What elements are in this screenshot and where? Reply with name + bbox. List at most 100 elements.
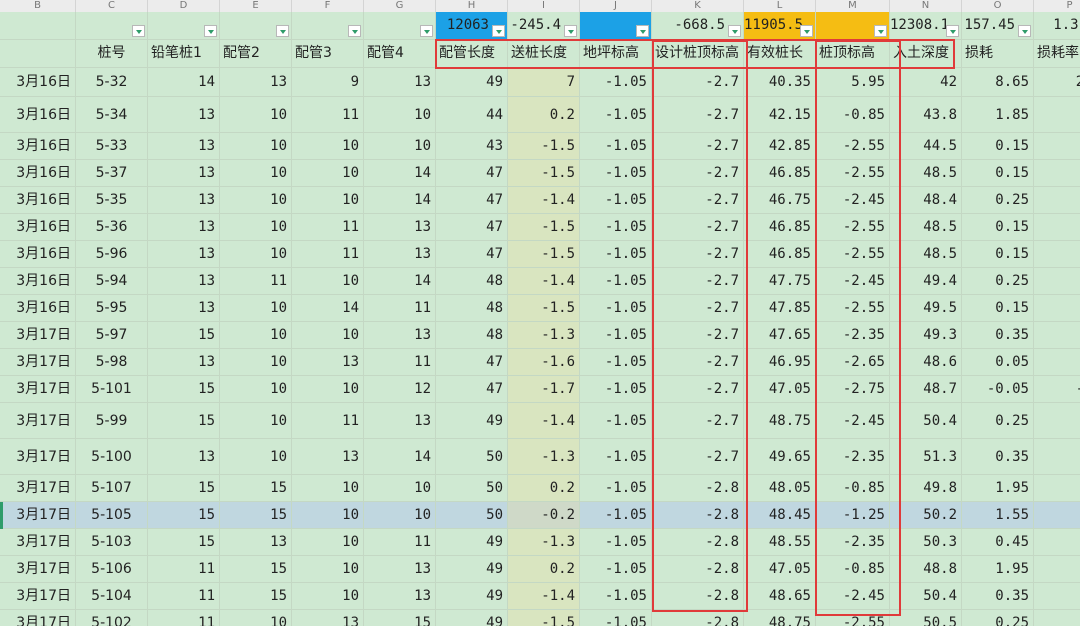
table-cell[interactable]: 44 xyxy=(436,97,508,133)
table-cell[interactable]: 47.85 xyxy=(744,295,816,322)
table-cell[interactable]: 5-101 xyxy=(76,376,148,403)
table-cell[interactable]: -1.05 xyxy=(580,97,652,133)
filter-dropdown-icon[interactable] xyxy=(420,25,433,37)
column-header-m[interactable]: M xyxy=(816,0,890,12)
table-cell[interactable]: -2.55 xyxy=(816,610,890,626)
table-cell[interactable]: 8.65 xyxy=(962,68,1034,97)
table-cell[interactable]: 13 xyxy=(148,97,220,133)
filter-dropdown-icon[interactable] xyxy=(636,25,649,37)
table-cell[interactable]: -1.05 xyxy=(580,556,652,583)
table-cell[interactable]: 3月16日 xyxy=(0,133,76,160)
filter-cell-o[interactable]: 157.45 xyxy=(962,12,1034,40)
table-cell[interactable]: 0. xyxy=(1034,295,1080,322)
filter-cell-i[interactable]: -245.4 xyxy=(508,12,580,40)
table-cell[interactable]: -1.05 xyxy=(580,133,652,160)
table-cell[interactable]: 4. xyxy=(1034,556,1080,583)
table-cell[interactable]: 11 xyxy=(148,556,220,583)
table-cell[interactable]: -1.05 xyxy=(580,403,652,439)
table-cell[interactable]: 10 xyxy=(292,502,364,529)
table-cell[interactable]: -2.7 xyxy=(652,439,744,475)
table-cell[interactable]: -2.7 xyxy=(652,241,744,268)
table-cell[interactable]: 10 xyxy=(220,160,292,187)
table-cell[interactable]: -1.05 xyxy=(580,160,652,187)
table-cell[interactable]: 0. xyxy=(1034,187,1080,214)
filter-dropdown-icon[interactable] xyxy=(874,25,887,37)
table-cell[interactable]: 10 xyxy=(292,160,364,187)
table-cell[interactable]: 49 xyxy=(436,583,508,610)
table-cell[interactable]: -2.45 xyxy=(816,187,890,214)
table-cell[interactable]: 9 xyxy=(292,68,364,97)
table-cell[interactable]: 10 xyxy=(220,610,292,626)
table-cell[interactable]: -2.8 xyxy=(652,610,744,626)
table-cell[interactable]: 50.3 xyxy=(890,529,962,556)
table-cell[interactable]: 3月16日 xyxy=(0,160,76,187)
column-header-n[interactable]: N xyxy=(890,0,962,12)
table-cell[interactable]: 14 xyxy=(364,268,436,295)
table-cell[interactable]: 3月17日 xyxy=(0,583,76,610)
table-cell[interactable]: 10 xyxy=(292,556,364,583)
table-cell[interactable]: 3月16日 xyxy=(0,68,76,97)
table-cell[interactable]: 47 xyxy=(436,376,508,403)
table-cell[interactable]: 3月17日 xyxy=(0,529,76,556)
table-cell[interactable]: -2.7 xyxy=(652,160,744,187)
table-cell[interactable]: -1.25 xyxy=(816,502,890,529)
table-cell[interactable]: 3. xyxy=(1034,502,1080,529)
table-cell[interactable]: 13 xyxy=(148,214,220,241)
table-cell[interactable]: 5-103 xyxy=(76,529,148,556)
table-cell[interactable]: -2.45 xyxy=(816,268,890,295)
table-cell[interactable]: 5-37 xyxy=(76,160,148,187)
table-cell[interactable]: 3月17日 xyxy=(0,376,76,403)
column-header-e[interactable]: E xyxy=(220,0,292,12)
table-cell[interactable]: 5-100 xyxy=(76,439,148,475)
table-cell[interactable]: -2.75 xyxy=(816,376,890,403)
table-cell[interactable]: 48.5 xyxy=(890,160,962,187)
table-cell[interactable]: -2.7 xyxy=(652,214,744,241)
table-cell[interactable]: -1.5 xyxy=(508,295,580,322)
table-cell[interactable]: 11 xyxy=(364,349,436,376)
table-cell[interactable]: -2.7 xyxy=(652,268,744,295)
table-cell[interactable]: 0.15 xyxy=(962,295,1034,322)
table-cell[interactable]: 0.15 xyxy=(962,160,1034,187)
table-cell[interactable]: 15 xyxy=(148,475,220,502)
table-cell[interactable]: -1.4 xyxy=(508,268,580,295)
table-cell[interactable]: 10 xyxy=(292,268,364,295)
table-cell[interactable]: 42.85 xyxy=(744,133,816,160)
table-cell[interactable]: 48.4 xyxy=(890,187,962,214)
table-cell[interactable]: 49 xyxy=(436,68,508,97)
table-cell[interactable]: -0.05 xyxy=(962,376,1034,403)
table-cell[interactable]: -2.35 xyxy=(816,529,890,556)
column-title-d[interactable]: 铅笔桩1 xyxy=(148,40,220,68)
table-cell[interactable]: 42.15 xyxy=(744,97,816,133)
table-cell[interactable]: 14 xyxy=(148,68,220,97)
table-cell[interactable]: 10 xyxy=(220,97,292,133)
table-cell[interactable]: 5-97 xyxy=(76,322,148,349)
table-cell[interactable]: -2.65 xyxy=(816,349,890,376)
table-cell[interactable]: -0. xyxy=(1034,376,1080,403)
filter-dropdown-icon[interactable] xyxy=(204,25,217,37)
table-cell[interactable]: 47.65 xyxy=(744,322,816,349)
table-cell[interactable]: 47 xyxy=(436,241,508,268)
table-cell[interactable]: 5-106 xyxy=(76,556,148,583)
table-cell[interactable]: 12 xyxy=(364,376,436,403)
table-cell[interactable]: -2.55 xyxy=(816,133,890,160)
table-cell[interactable]: 11 xyxy=(292,241,364,268)
table-cell[interactable]: 44.5 xyxy=(890,133,962,160)
column-title-p[interactable]: 损耗率 xyxy=(1034,40,1080,68)
table-cell[interactable]: 15 xyxy=(220,583,292,610)
table-cell[interactable]: 5-95 xyxy=(76,295,148,322)
table-cell[interactable]: -1.7 xyxy=(508,376,580,403)
table-cell[interactable]: 10 xyxy=(220,241,292,268)
column-header-f[interactable]: F xyxy=(292,0,364,12)
table-cell[interactable]: 11 xyxy=(364,529,436,556)
column-title-m[interactable]: 桩顶标高 xyxy=(816,40,890,68)
table-cell[interactable]: 10 xyxy=(292,475,364,502)
table-cell[interactable]: -2.35 xyxy=(816,322,890,349)
table-cell[interactable]: 0. xyxy=(1034,403,1080,439)
table-cell[interactable]: -2.45 xyxy=(816,403,890,439)
table-cell[interactable]: 48.45 xyxy=(744,502,816,529)
table-cell[interactable]: 0.2 xyxy=(508,475,580,502)
table-cell[interactable]: 15 xyxy=(220,556,292,583)
table-cell[interactable]: 11 xyxy=(220,268,292,295)
filter-cell-n[interactable]: 12308.1 xyxy=(890,12,962,40)
table-cell[interactable]: 15 xyxy=(148,322,220,349)
